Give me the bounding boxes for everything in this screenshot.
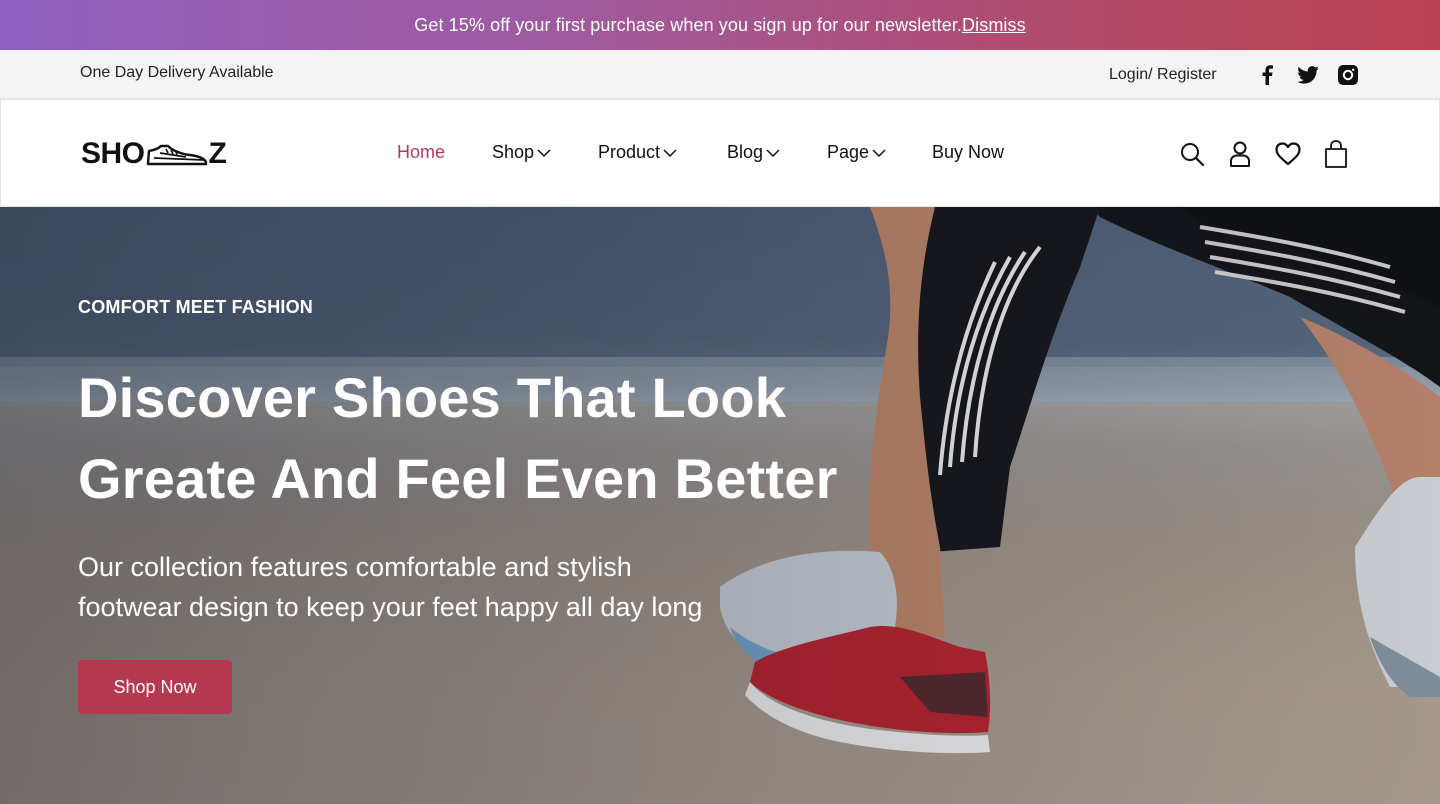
hero-eyebrow: COMFORT MEET FASHION bbox=[78, 297, 313, 317]
nav-page-label: Page bbox=[827, 142, 870, 162]
chevron-down-icon bbox=[766, 148, 780, 157]
nav-shop[interactable]: Shop bbox=[492, 142, 551, 163]
chevron-down-icon bbox=[872, 148, 886, 157]
hero-headline: Discover Shoes That Look Greate And Feel… bbox=[78, 357, 898, 519]
logo-text-right: Z bbox=[208, 137, 227, 170]
shopping-bag-icon[interactable] bbox=[1323, 140, 1349, 168]
facebook-icon[interactable] bbox=[1256, 64, 1278, 86]
nav-product-label: Product bbox=[598, 142, 661, 162]
nav-home-label: Home bbox=[397, 142, 446, 162]
hero-section: COMFORT MEET FASHION Discover Shoes That… bbox=[0, 207, 1440, 804]
chevron-down-icon bbox=[537, 148, 551, 157]
promo-banner: Get 15% off your first purchase when you… bbox=[0, 0, 1440, 50]
nav-product[interactable]: Product bbox=[598, 142, 677, 163]
twitter-icon[interactable] bbox=[1297, 64, 1319, 86]
nav-blog-label: Blog bbox=[727, 142, 764, 162]
nav-blog[interactable]: Blog bbox=[727, 142, 780, 163]
promo-message: Get 15% off your first purchase when you… bbox=[414, 14, 963, 35]
main-header: SHO Z Home Shop Product Blog Page Buy No… bbox=[0, 99, 1440, 207]
nav-buy-now[interactable]: Buy Now bbox=[932, 142, 1004, 163]
instagram-icon[interactable] bbox=[1337, 64, 1359, 86]
user-icon[interactable] bbox=[1227, 140, 1253, 168]
hero-headline-line2: Greate And Feel Even Better bbox=[78, 447, 838, 510]
shoe-logo-icon bbox=[146, 144, 207, 166]
login-register-link[interactable]: Login/ Register bbox=[1109, 66, 1217, 84]
utility-bar: One Day Delivery Available Login/ Regist… bbox=[0, 50, 1440, 99]
logo-text-left: SHO bbox=[81, 137, 145, 170]
nav-buy-now-label: Buy Now bbox=[932, 142, 1005, 162]
chevron-down-icon bbox=[663, 148, 677, 157]
nav-home[interactable]: Home bbox=[397, 142, 445, 163]
hero-subtext: Our collection features comfortable and … bbox=[78, 547, 838, 627]
shop-now-button[interactable]: Shop Now bbox=[78, 660, 232, 714]
hero-subtext-line2: footwear design to keep your feet happy … bbox=[78, 592, 703, 622]
nav-shop-label: Shop bbox=[492, 142, 535, 162]
hero-subtext-line1: Our collection features comfortable and … bbox=[78, 552, 632, 582]
search-icon[interactable] bbox=[1179, 140, 1205, 168]
heart-icon[interactable] bbox=[1275, 140, 1301, 168]
dismiss-link[interactable]: Dismiss bbox=[962, 15, 1026, 36]
nav-page[interactable]: Page bbox=[827, 142, 886, 163]
site-logo[interactable]: SHO Z bbox=[81, 137, 227, 170]
hero-headline-line1: Discover Shoes That Look bbox=[78, 366, 787, 429]
delivery-text: One Day Delivery Available bbox=[80, 64, 274, 81]
